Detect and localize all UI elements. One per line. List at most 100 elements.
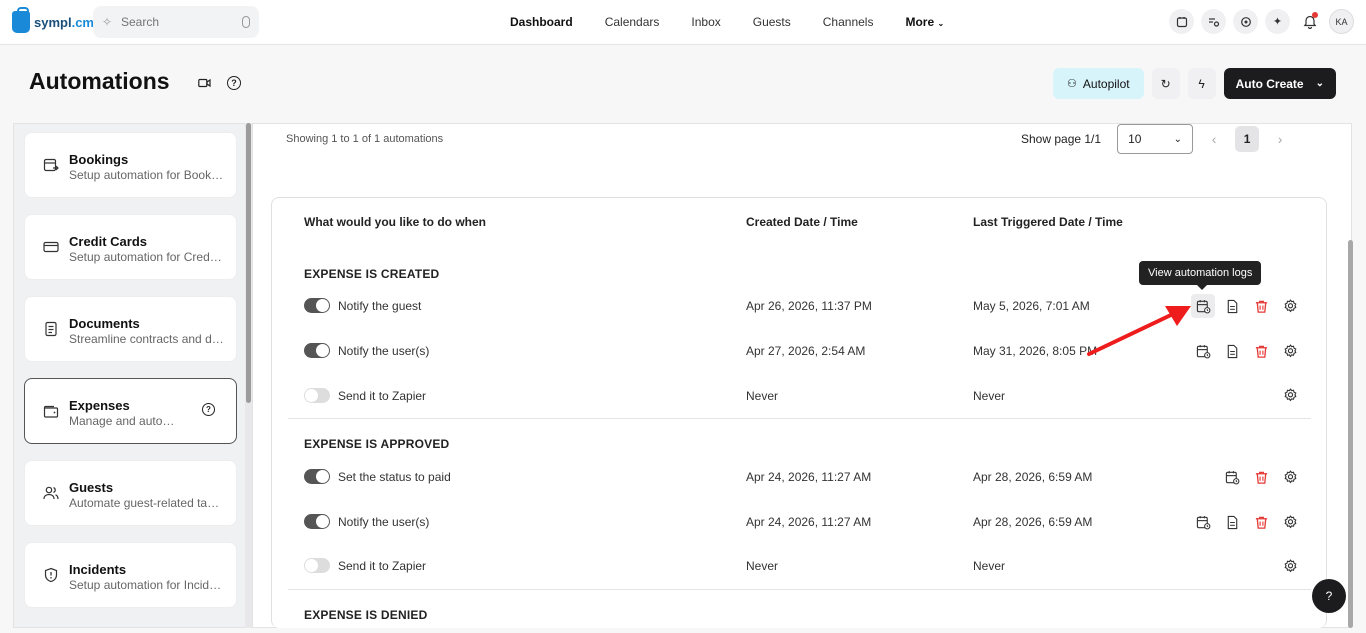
avatar[interactable]: KA: [1329, 9, 1354, 34]
help-chat-button[interactable]: ?: [1312, 579, 1346, 613]
table-row: Notify the user(s): [304, 514, 429, 529]
enable-toggle[interactable]: [304, 298, 330, 313]
enable-toggle[interactable]: [304, 469, 330, 484]
view-document-button[interactable]: [1224, 343, 1240, 359]
sidebar-item-documents[interactable]: Documents Streamline contracts and docum…: [24, 296, 237, 362]
video-icon[interactable]: [197, 76, 211, 90]
sidebar-item-title: Credit Cards: [69, 234, 148, 249]
bell-icon[interactable]: [1297, 9, 1322, 34]
sidebar-item-incidents[interactable]: Incidents Setup automation for Incidents: [24, 542, 237, 608]
last-triggered-date: Never: [973, 389, 1006, 403]
enable-toggle[interactable]: [304, 514, 330, 529]
column-header-last-triggered: Last Triggered Date / Time: [973, 215, 1123, 229]
view-logs-button[interactable]: [1224, 469, 1240, 485]
auto-create-label: Auto Create: [1235, 76, 1304, 91]
gear-icon: [1283, 515, 1298, 530]
search-input[interactable]: [121, 15, 231, 29]
automation-name: Send it to Zapier: [338, 558, 427, 573]
view-logs-button[interactable]: [1195, 514, 1211, 530]
view-document-button[interactable]: [1224, 514, 1240, 530]
document-icon: [1225, 299, 1240, 314]
automation-name: Notify the guest: [338, 298, 422, 313]
nav-more-label: More: [905, 15, 935, 29]
enable-toggle[interactable]: [304, 558, 330, 573]
sidebar-item-guests[interactable]: Guests Automate guest-related tasks: [24, 460, 237, 526]
showing-count: Showing 1 to 1 of 1 automations: [286, 133, 444, 145]
nav-channels[interactable]: Channels: [807, 15, 890, 29]
sidebar-item-expenses[interactable]: Expenses Manage and automate expenses ?: [24, 378, 237, 444]
brand-suffix: .cm: [71, 14, 94, 30]
nav-inbox[interactable]: Inbox: [675, 15, 736, 29]
main-scrollbar-thumb[interactable]: [1348, 240, 1353, 628]
autopilot-button[interactable]: ⚇ Autopilot: [1053, 68, 1144, 99]
created-date: Apr 27, 2026, 2:54 AM: [746, 344, 866, 358]
delete-button[interactable]: [1253, 343, 1269, 359]
pagination: Show page 1/1 10 ⌄ ‹ 1 ›: [1021, 124, 1293, 154]
delete-button[interactable]: [1253, 514, 1269, 530]
calendar-icon[interactable]: [1169, 9, 1194, 34]
sidebar-item-subtitle: Streamline contracts and documents: [69, 332, 224, 346]
calendar-clock-icon: [1225, 470, 1240, 485]
gear-icon: [1283, 388, 1298, 403]
delete-button[interactable]: [1253, 298, 1269, 314]
sidebar-scrollbar-thumb[interactable]: [246, 123, 251, 403]
nav-dashboard[interactable]: Dashboard: [494, 15, 589, 29]
section-title: EXPENSE IS CREATED: [304, 267, 440, 281]
gear-icon: [1283, 559, 1298, 574]
sidebar-item-bookings[interactable]: Bookings Setup automation for Bookings: [24, 132, 237, 198]
ai-sparkle-icon[interactable]: ✦: [1265, 9, 1290, 34]
nav-calendars[interactable]: Calendars: [589, 15, 676, 29]
settings-button[interactable]: [1282, 343, 1298, 359]
delete-button[interactable]: [1253, 469, 1269, 485]
page-size-value: 10: [1128, 132, 1142, 146]
brand-logo[interactable]: sympl.cm: [12, 7, 94, 33]
autopilot-label: Autopilot: [1082, 76, 1130, 91]
settings-button[interactable]: [1282, 558, 1298, 574]
enable-toggle[interactable]: [304, 388, 330, 403]
settings-button[interactable]: [1282, 387, 1298, 403]
last-triggered-date: Apr 28, 2026, 6:59 AM: [973, 470, 1093, 484]
mic-icon[interactable]: [242, 16, 250, 28]
nav-guests[interactable]: Guests: [737, 15, 807, 29]
enable-toggle[interactable]: [304, 343, 330, 358]
sidebar-item-subtitle: Setup automation for Credit Cards: [69, 250, 224, 264]
auto-create-button[interactable]: Auto Create ⌄: [1223, 68, 1336, 99]
shield-alert-icon: [42, 566, 59, 583]
settings-button[interactable]: [1282, 469, 1298, 485]
search-box[interactable]: ✧: [93, 6, 259, 38]
last-triggered-date: May 5, 2026, 7:01 AM: [973, 299, 1090, 313]
settings-button[interactable]: [1282, 514, 1298, 530]
credit-card-icon: [42, 238, 59, 255]
sidebar-item-subtitle: Setup automation for Incidents: [69, 578, 224, 592]
settings-badge-icon[interactable]: [1233, 9, 1258, 34]
page-size-select[interactable]: 10 ⌄: [1117, 124, 1194, 154]
view-logs-button[interactable]: [1195, 343, 1211, 359]
automation-category-sidebar: Bookings Setup automation for Bookings C…: [13, 123, 252, 628]
settings-button[interactable]: [1282, 298, 1298, 314]
sidebar-item-credit-cards[interactable]: Credit Cards Setup automation for Credit…: [24, 214, 237, 280]
tooltip: View automation logs: [1139, 261, 1262, 290]
help-icon[interactable]: ?: [202, 403, 215, 416]
last-triggered-date: May 31, 2026, 8:05 PM: [973, 344, 1098, 358]
lightning-button[interactable]: ϟ: [1187, 68, 1216, 99]
refresh-button[interactable]: ↻: [1151, 68, 1180, 99]
document-icon: [1225, 515, 1240, 530]
column-header-created: Created Date / Time: [746, 215, 858, 229]
sidebar-item-subtitle: Setup automation for Bookings: [69, 168, 224, 182]
created-date: Apr 24, 2026, 11:27 AM: [746, 515, 872, 529]
section-divider: [288, 418, 1311, 419]
prev-page-icon[interactable]: ‹: [1201, 126, 1227, 152]
sidebar-item-title: Expenses: [69, 398, 130, 413]
sidebar-item-title: Documents: [69, 316, 140, 331]
nav-more[interactable]: More ⌄: [889, 15, 960, 29]
view-document-button[interactable]: [1224, 298, 1240, 314]
section-title: EXPENSE IS DENIED: [304, 608, 428, 622]
next-page-icon[interactable]: ›: [1267, 126, 1293, 152]
lightning-icon: ϟ: [1198, 76, 1205, 91]
chevron-down-icon: ⌄: [937, 19, 945, 28]
help-icon[interactable]: ?: [227, 76, 241, 90]
list-search-icon[interactable]: [1201, 9, 1226, 34]
bag-icon: [12, 7, 30, 33]
gear-icon: [1283, 344, 1298, 359]
page-1-button[interactable]: 1: [1235, 126, 1260, 152]
